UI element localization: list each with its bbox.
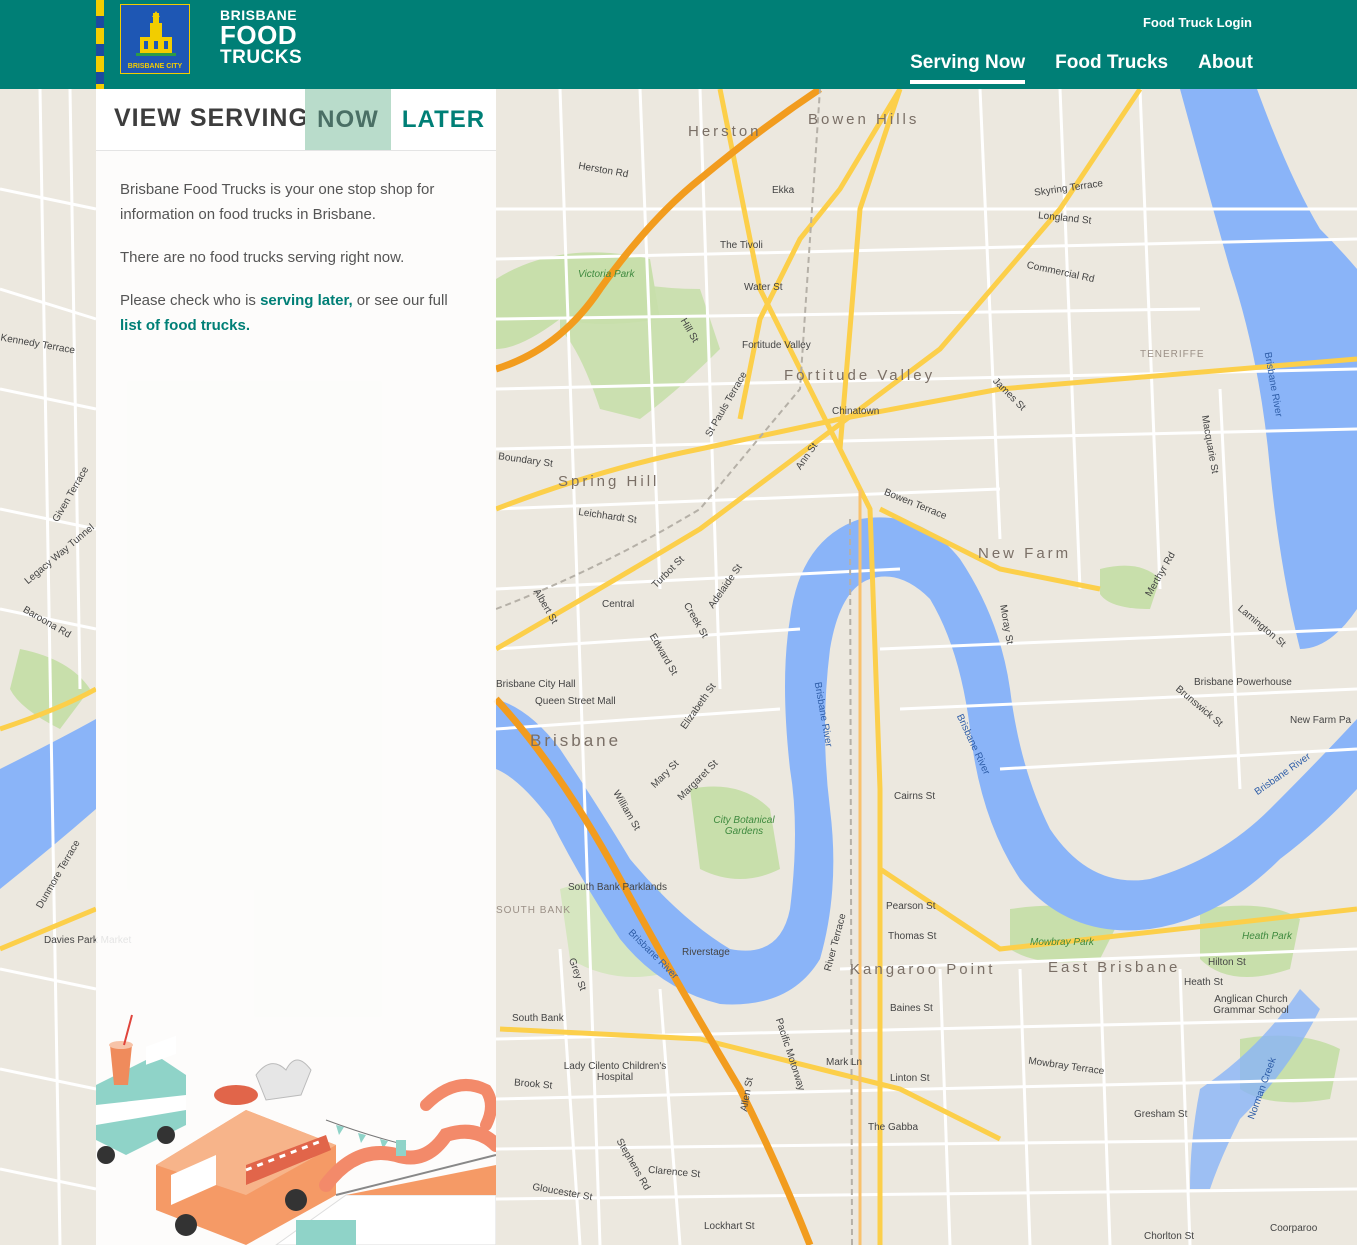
map-road-heath-st: Heath St <box>1184 977 1223 988</box>
map-label-brisbane: Brisbane <box>530 731 622 750</box>
map-poi-south-bank-parklands: South Bank Parklands <box>568 882 667 893</box>
info-panel: VIEW SERVING: NOW LATER Brisbane Food Tr… <box>96 89 496 1245</box>
map-label-east-brisbane: East Brisbane <box>1048 959 1181 976</box>
map-label-spring-hill: Spring Hill <box>558 473 660 490</box>
map-poi-coorparoo: Coorparoo <box>1270 1223 1318 1234</box>
map-road-mark-ln: Mark Ln <box>826 1057 863 1068</box>
map-road-cairns-st: Cairns St <box>894 791 936 802</box>
food-truck-illustration <box>96 1014 496 1245</box>
brand-line-3: TRUCKS <box>220 47 303 68</box>
header-stripe <box>96 0 104 89</box>
map-poi-riverstage: Riverstage <box>682 947 730 958</box>
map-poi-the-gabba: The Gabba <box>868 1122 919 1133</box>
logo-city-text: BRISBANE CITY <box>127 63 183 70</box>
map-label-herston: Herston <box>688 123 762 140</box>
map-label-new-farm: New Farm <box>978 545 1072 562</box>
map-road-pearson-st: Pearson St <box>886 901 936 912</box>
map-road-linton-st: Linton St <box>890 1073 930 1084</box>
empty-message: There are no food trucks serving right n… <box>120 249 405 266</box>
map-label-bowen-hills: Bowen Hills <box>808 111 920 128</box>
nav-food-trucks[interactable]: Food Trucks <box>1055 52 1168 84</box>
map-label-victoria-park: Victoria Park <box>578 269 635 280</box>
panel-content: Brisbane Food Trucks is your one stop sh… <box>120 177 470 356</box>
map-poi-south-bank-station: South Bank <box>512 1013 564 1024</box>
map-poi-anglican-church: Anglican Church Grammar School <box>1213 994 1289 1016</box>
map-poi-central: Central <box>602 599 635 610</box>
food-trucks-list-link[interactable]: list of food trucks. <box>120 317 250 334</box>
city-hall-logo-icon[interactable]: BRISBANE CITY <box>120 4 190 74</box>
view-serving-bar: VIEW SERVING: NOW LATER <box>96 89 496 151</box>
map-poi-fortitude-valley-station: Fortitude Valley <box>742 340 811 351</box>
map-poi-powerhouse: Brisbane Powerhouse <box>1194 677 1292 688</box>
tab-later[interactable]: LATER <box>391 89 496 150</box>
serving-later-link[interactable]: serving later, <box>260 292 353 309</box>
map-poi-lady-cilento: Lady Cilento Children's Hospital <box>563 1061 667 1083</box>
intro-text: Brisbane Food Trucks is your one stop sh… <box>120 181 435 223</box>
nav-about[interactable]: About <box>1198 52 1253 84</box>
map-label-fortitude-valley: Fortitude Valley <box>784 367 936 384</box>
main-nav: Serving Now Food Trucks About <box>910 52 1253 84</box>
map-label-teneriffe: TENERIFFE <box>1140 349 1205 360</box>
brand-line-2: FOOD <box>220 20 298 50</box>
map-road-chorlton-st: Chorlton St <box>1144 1231 1195 1242</box>
map-road-hilton-st: Hilton St <box>1208 957 1246 968</box>
map-label-heath-park: Heath Park <box>1242 931 1293 942</box>
map-poi-tivoli: The Tivoli <box>720 240 763 251</box>
site-header: BRISBANE CITY BRISBANE FOOD TRUCKS Food … <box>0 0 1357 89</box>
tab-now[interactable]: NOW <box>305 89 391 150</box>
map-poi-chinatown: Chinatown <box>832 406 880 417</box>
map-label-botanical-gardens: City Botanical Gardens <box>713 815 775 837</box>
check-prefix: Please check who is <box>120 292 261 309</box>
map-road-lockhart-st: Lockhart St <box>704 1221 755 1232</box>
food-truck-login-link[interactable]: Food Truck Login <box>1143 15 1252 30</box>
map-poi-new-farm-park: New Farm Pa <box>1290 715 1352 726</box>
map-label-kangaroo-point: Kangaroo Point <box>850 961 996 978</box>
map-poi-city-hall: Brisbane City Hall <box>496 679 576 690</box>
map-road-gresham-st: Gresham St <box>1134 1109 1188 1120</box>
map-poi-ekka: Ekka <box>772 185 795 196</box>
map-label-mowbray-park: Mowbray Park <box>1030 937 1094 948</box>
blue-van-icon <box>96 1035 186 1164</box>
map-road-water-st: Water St <box>744 282 783 293</box>
map-label-south-bank-area: SOUTH BANK <box>496 905 572 916</box>
view-serving-label: VIEW SERVING: <box>114 104 319 132</box>
check-later-text: Please check who is serving later, or se… <box>120 288 470 338</box>
check-middle: or see our full <box>352 292 448 309</box>
nav-serving-now[interactable]: Serving Now <box>910 52 1026 84</box>
map-road-thomas-st: Thomas St <box>888 931 937 942</box>
map-road-baines-st: Baines St <box>890 1003 933 1014</box>
map-poi-queen-street-mall: Queen Street Mall <box>535 696 616 707</box>
brand-wordmark[interactable]: BRISBANE FOOD TRUCKS <box>220 8 302 67</box>
